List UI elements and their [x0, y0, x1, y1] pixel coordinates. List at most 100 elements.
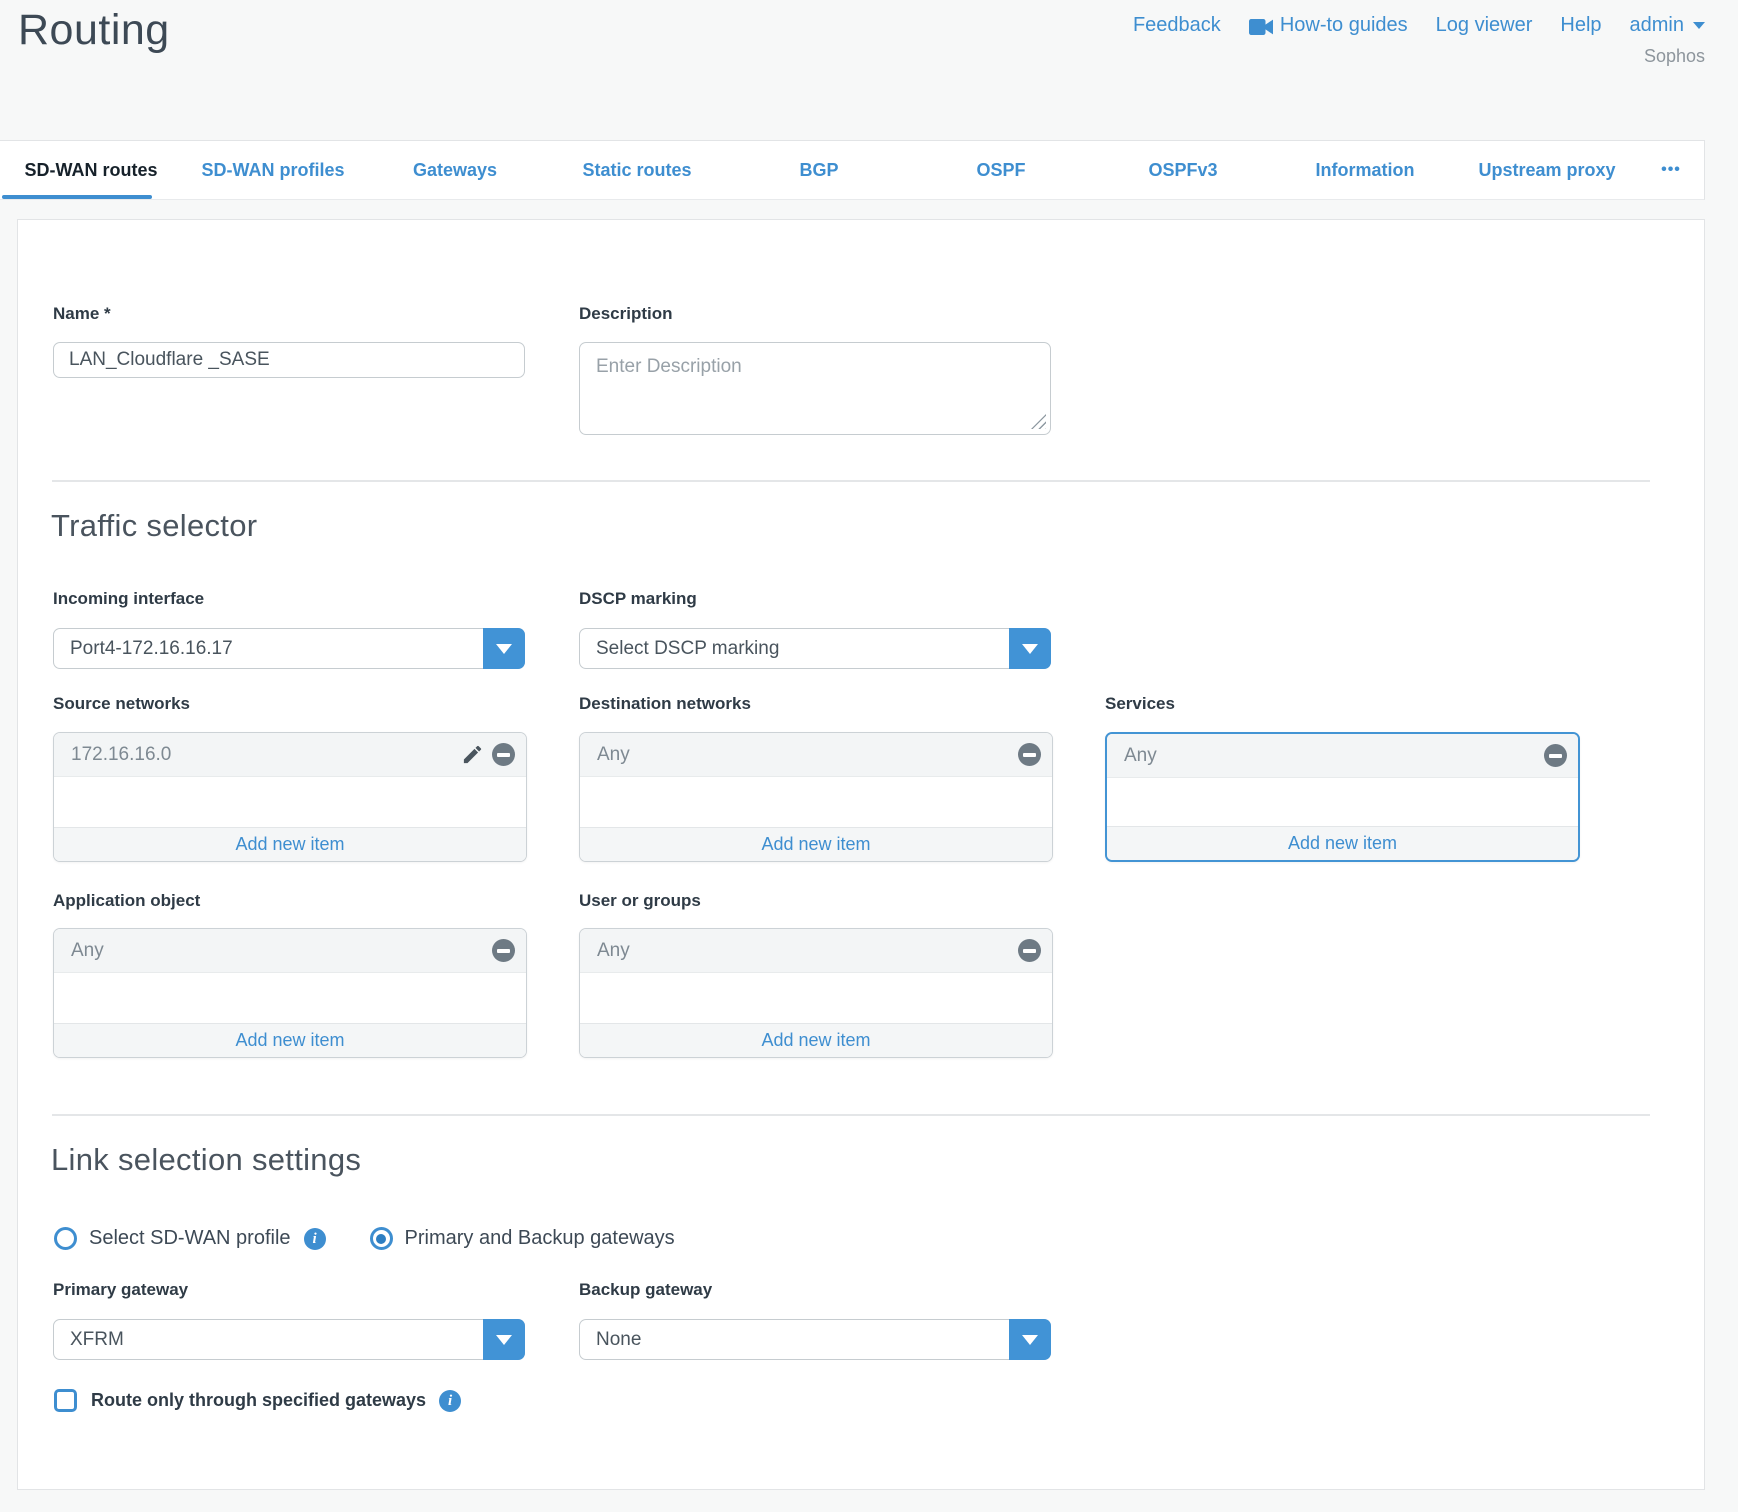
route-only-checkbox[interactable] [54, 1389, 77, 1412]
admin-label: admin [1630, 14, 1684, 37]
edit-icon[interactable] [461, 743, 484, 766]
feedback-link[interactable]: Feedback [1133, 14, 1221, 37]
log-viewer-label: Log viewer [1436, 14, 1533, 37]
chevron-down-icon [1693, 22, 1705, 29]
remove-item-icon[interactable] [1018, 939, 1041, 962]
admin-menu[interactable]: admin [1630, 14, 1705, 37]
box-filler [1107, 778, 1578, 826]
box-filler [54, 973, 526, 1023]
tab-bgp[interactable]: BGP [728, 141, 910, 199]
traffic-selector-heading: Traffic selector [51, 508, 257, 544]
list-item: Any [580, 733, 1052, 777]
destination-network-item: Any [597, 744, 1018, 766]
name-input[interactable] [53, 342, 525, 378]
remove-item-icon[interactable] [1018, 743, 1041, 766]
list-item: 172.16.16.0 [54, 733, 526, 777]
user-or-groups-label: User or groups [579, 891, 701, 911]
dropdown-arrow-icon [1022, 1335, 1038, 1345]
howto-guides-link[interactable]: How-to guides [1249, 14, 1408, 37]
box-filler [54, 777, 526, 827]
required-asterisk: * [104, 304, 111, 323]
description-label: Description [579, 304, 673, 324]
backup-gateway-dropdown-button[interactable] [1009, 1319, 1051, 1360]
primary-gateway-label: Primary gateway [53, 1280, 188, 1300]
tab-ospfv3[interactable]: OSPFv3 [1092, 141, 1274, 199]
link-selection-heading: Link selection settings [51, 1142, 361, 1178]
description-input[interactable] [579, 342, 1051, 435]
section-divider [52, 1114, 1650, 1116]
more-tabs-button[interactable]: ••• [1638, 141, 1704, 199]
remove-item-icon[interactable] [492, 939, 515, 962]
backup-gateway-label: Backup gateway [579, 1280, 712, 1300]
help-label: Help [1560, 14, 1601, 37]
route-only-checkbox-label[interactable]: Route only through specified gateways [91, 1390, 426, 1411]
tab-gateways[interactable]: Gateways [364, 141, 546, 199]
primary-backup-radio-label[interactable]: Primary and Backup gateways [405, 1227, 675, 1250]
dropdown-arrow-icon [496, 1335, 512, 1345]
box-filler [580, 973, 1052, 1023]
dropdown-arrow-icon [1022, 644, 1038, 654]
box-filler [580, 777, 1052, 827]
dscp-dropdown-button[interactable] [1009, 628, 1051, 669]
dscp-marking-value: Select DSCP marking [580, 629, 1050, 668]
sdwan-profile-radio-label[interactable]: Select SD-WAN profile [89, 1227, 291, 1250]
primary-gateway-dropdown-button[interactable] [483, 1319, 525, 1360]
tab-static-routes[interactable]: Static routes [546, 141, 728, 199]
add-new-item-button[interactable]: Add new item [580, 1023, 1052, 1057]
application-object-box: Any Add new item [53, 928, 527, 1058]
incoming-interface-dropdown-button[interactable] [483, 628, 525, 669]
log-viewer-link[interactable]: Log viewer [1436, 14, 1533, 37]
help-link[interactable]: Help [1560, 14, 1601, 37]
incoming-interface-value: Port4-172.16.16.17 [54, 629, 524, 668]
list-item: Any [580, 929, 1052, 973]
tab-sd-wan-routes[interactable]: SD-WAN routes [0, 141, 182, 199]
header-links: Feedback How-to guides Log viewer Help a… [1133, 14, 1705, 37]
sdwan-profile-radio[interactable] [54, 1227, 77, 1250]
section-divider [52, 480, 1650, 482]
user-or-groups-item: Any [597, 940, 1018, 962]
destination-networks-label: Destination networks [579, 694, 751, 714]
video-camera-icon [1249, 18, 1273, 34]
brand-text: Sophos [1644, 46, 1705, 67]
dscp-marking-select[interactable]: Select DSCP marking [579, 628, 1051, 669]
info-icon[interactable]: i [439, 1390, 461, 1412]
routing-tabs: SD-WAN routes SD-WAN profiles Gateways S… [0, 140, 1705, 200]
add-new-item-button[interactable]: Add new item [1107, 826, 1578, 860]
primary-gateway-value: XFRM [54, 1320, 524, 1359]
description-wrap [579, 342, 1051, 435]
feedback-link-label: Feedback [1133, 14, 1221, 37]
remove-item-icon[interactable] [492, 743, 515, 766]
tab-sd-wan-profiles[interactable]: SD-WAN profiles [182, 141, 364, 199]
service-item: Any [1124, 745, 1544, 767]
add-new-item-button[interactable]: Add new item [580, 827, 1052, 861]
incoming-interface-select[interactable]: Port4-172.16.16.17 [53, 628, 525, 669]
source-networks-box: 172.16.16.0 Add new item [53, 732, 527, 862]
application-object-label: Application object [53, 891, 200, 911]
tab-upstream-proxy[interactable]: Upstream proxy [1456, 141, 1638, 199]
sd-wan-route-form: Name * Description Traffic selector Inco… [17, 219, 1705, 1490]
incoming-interface-label: Incoming interface [53, 589, 204, 609]
dscp-marking-label: DSCP marking [579, 589, 697, 609]
services-label: Services [1105, 694, 1175, 714]
add-new-item-button[interactable]: Add new item [54, 827, 526, 861]
page-title: Routing [18, 6, 170, 55]
tab-information[interactable]: Information [1274, 141, 1456, 199]
tab-ospf[interactable]: OSPF [910, 141, 1092, 199]
info-icon[interactable]: i [304, 1228, 326, 1250]
dropdown-arrow-icon [496, 644, 512, 654]
source-networks-label: Source networks [53, 694, 190, 714]
user-or-groups-box: Any Add new item [579, 928, 1053, 1058]
howto-guides-label: How-to guides [1280, 14, 1408, 37]
route-only-row: Route only through specified gateways i [54, 1389, 461, 1412]
add-new-item-button[interactable]: Add new item [54, 1023, 526, 1057]
remove-item-icon[interactable] [1544, 744, 1567, 767]
name-label: Name * [53, 304, 111, 324]
link-selection-radios: Select SD-WAN profile i Primary and Back… [54, 1227, 675, 1250]
destination-networks-box: Any Add new item [579, 732, 1053, 862]
primary-gateway-select[interactable]: XFRM [53, 1319, 525, 1360]
primary-backup-radio[interactable] [370, 1227, 393, 1250]
backup-gateway-value: None [580, 1320, 1050, 1359]
backup-gateway-select[interactable]: None [579, 1319, 1051, 1360]
services-box: Any Add new item [1105, 732, 1580, 862]
application-object-item: Any [71, 940, 492, 962]
